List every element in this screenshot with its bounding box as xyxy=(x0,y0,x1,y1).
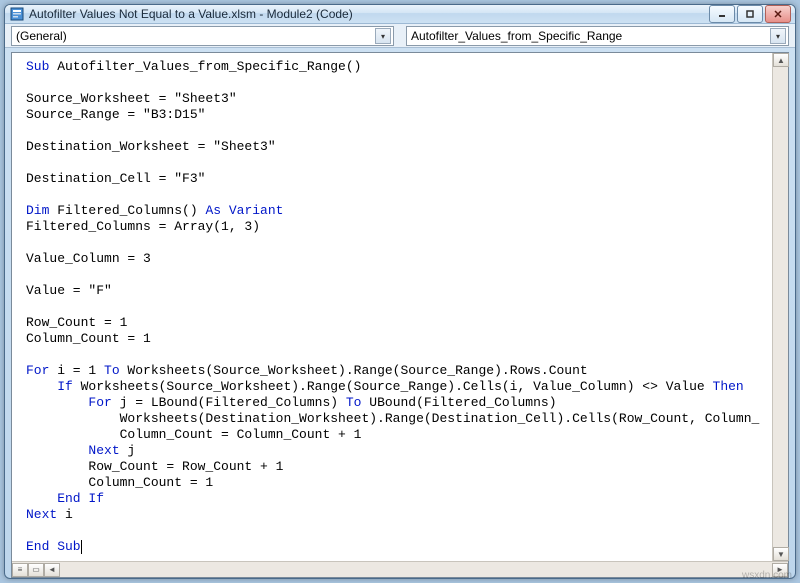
close-button[interactable] xyxy=(765,5,791,23)
text-cursor xyxy=(81,540,82,554)
code-editor[interactable]: Sub Autofilter_Values_from_Specific_Rang… xyxy=(12,53,788,561)
app-icon xyxy=(9,6,25,22)
scroll-up-button[interactable]: ▲ xyxy=(773,53,789,67)
object-dropdown[interactable]: (General) ▾ xyxy=(11,26,394,46)
chevron-down-icon: ▾ xyxy=(375,28,391,44)
titlebar: Autofilter Values Not Equal to a Value.x… xyxy=(5,5,795,24)
dropdown-bar: (General) ▾ Autofilter_Values_from_Speci… xyxy=(5,24,795,48)
procedure-view-button[interactable]: ▭ xyxy=(28,563,44,577)
procedure-dropdown-value: Autofilter_Values_from_Specific_Range xyxy=(411,29,622,43)
maximize-button[interactable] xyxy=(737,5,763,23)
scroll-track[interactable] xyxy=(60,563,772,577)
minimize-button[interactable] xyxy=(709,5,735,23)
full-module-view-button[interactable]: ≡ xyxy=(12,563,28,577)
window-title: Autofilter Values Not Equal to a Value.x… xyxy=(29,7,709,21)
chevron-down-icon: ▾ xyxy=(770,28,786,44)
vertical-scrollbar[interactable]: ▲ ▼ xyxy=(772,53,788,561)
scroll-right-button[interactable]: ► xyxy=(772,563,788,577)
scroll-down-button[interactable]: ▼ xyxy=(773,547,789,561)
procedure-dropdown[interactable]: Autofilter_Values_from_Specific_Range ▾ xyxy=(406,26,789,46)
scroll-track[interactable] xyxy=(773,67,788,547)
window-controls xyxy=(709,5,791,23)
vba-code-window: Autofilter Values Not Equal to a Value.x… xyxy=(4,4,796,579)
scroll-left-button[interactable]: ◄ xyxy=(44,563,60,577)
code-frame: Sub Autofilter_Values_from_Specific_Rang… xyxy=(11,52,789,578)
horizontal-scrollbar[interactable]: ≡ ▭ ◄ ► xyxy=(12,561,788,577)
object-dropdown-value: (General) xyxy=(16,29,67,43)
